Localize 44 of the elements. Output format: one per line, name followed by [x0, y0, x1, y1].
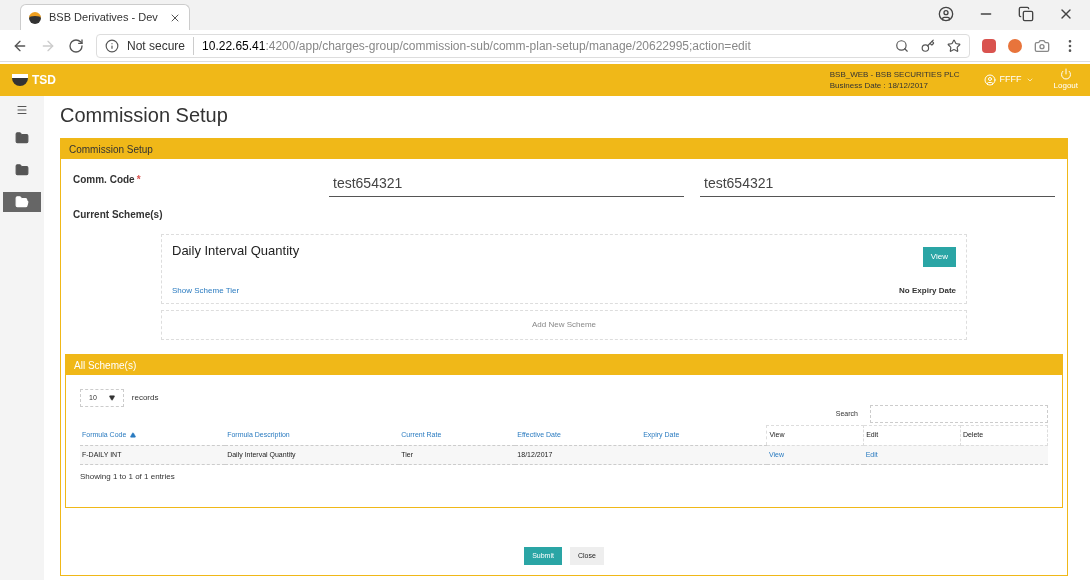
- menu-icon[interactable]: [16, 104, 28, 116]
- field-label: Comm. Code *: [73, 173, 142, 187]
- expiry-text: No Expiry Date: [899, 285, 956, 297]
- comm-code-field[interactable]: test654321: [329, 171, 684, 197]
- folder-icon: [15, 131, 29, 145]
- caret-icon: [108, 395, 115, 401]
- open-folder-icon: [15, 195, 29, 209]
- key-icon[interactable]: [921, 38, 935, 53]
- restore-icon[interactable]: [1018, 6, 1034, 22]
- records-label: records: [131, 392, 159, 404]
- info-icon: [105, 38, 119, 53]
- show-scheme-tier-link[interactable]: Show Scheme Tier: [172, 285, 240, 297]
- extension-icon[interactable]: [982, 38, 996, 53]
- address-bar[interactable]: Not secure 10.22.65.41:4200/app/charges-group/commission-sub/comm-plan-setup/manage/20622995;action=edit: [96, 33, 970, 58]
- company-name: BSB_WEB - BSB SECURITIES PLC: [829, 69, 960, 80]
- logo-icon: [12, 74, 28, 86]
- view-button[interactable]: View: [922, 247, 956, 267]
- tab-title: BSB Derivatives - Dev: [49, 10, 158, 26]
- page-title: Commission Setup: [60, 103, 229, 128]
- business-date: Business Date : 18/12/2017: [829, 80, 929, 91]
- panel-title: Commission Setup: [69, 142, 153, 157]
- security-label: Not secure: [127, 36, 195, 55]
- zoom-icon[interactable]: [895, 38, 909, 53]
- bookmark-star-icon[interactable]: [947, 38, 961, 53]
- caret-icon: [1025, 76, 1034, 84]
- folder-icon: [15, 163, 29, 177]
- table-info: Showing 1 to 1 of 1 entries: [80, 471, 176, 483]
- comm-code-field[interactable]: test654321: [700, 171, 1055, 197]
- url-text: 10.22.65.41:4200/app/charges-group/commission-sub/comm-plan-setup/manage/20622995;action=edit: [202, 37, 751, 55]
- search-field[interactable]: [870, 405, 1048, 423]
- profile-icon[interactable]: [938, 6, 954, 22]
- panel-title: All Scheme(s): [74, 358, 137, 373]
- favicon-icon: [29, 11, 41, 24]
- add-new-scheme-button[interactable]: Add New Scheme: [161, 310, 967, 340]
- scheme-title: Daily Interval Quantity: [172, 242, 300, 260]
- logo-text: TSD: [32, 72, 56, 89]
- power-icon: [1059, 68, 1072, 80]
- reload-icon[interactable]: [68, 37, 84, 54]
- camera-icon[interactable]: [1034, 37, 1050, 54]
- sidebar-item[interactable]: [3, 192, 41, 212]
- section-label: Current Scheme(s): [73, 208, 164, 222]
- browser-tab[interactable]: BSB Derivatives - Dev: [20, 4, 190, 30]
- extension-icon[interactable]: [1008, 38, 1022, 53]
- user-icon: [983, 74, 996, 86]
